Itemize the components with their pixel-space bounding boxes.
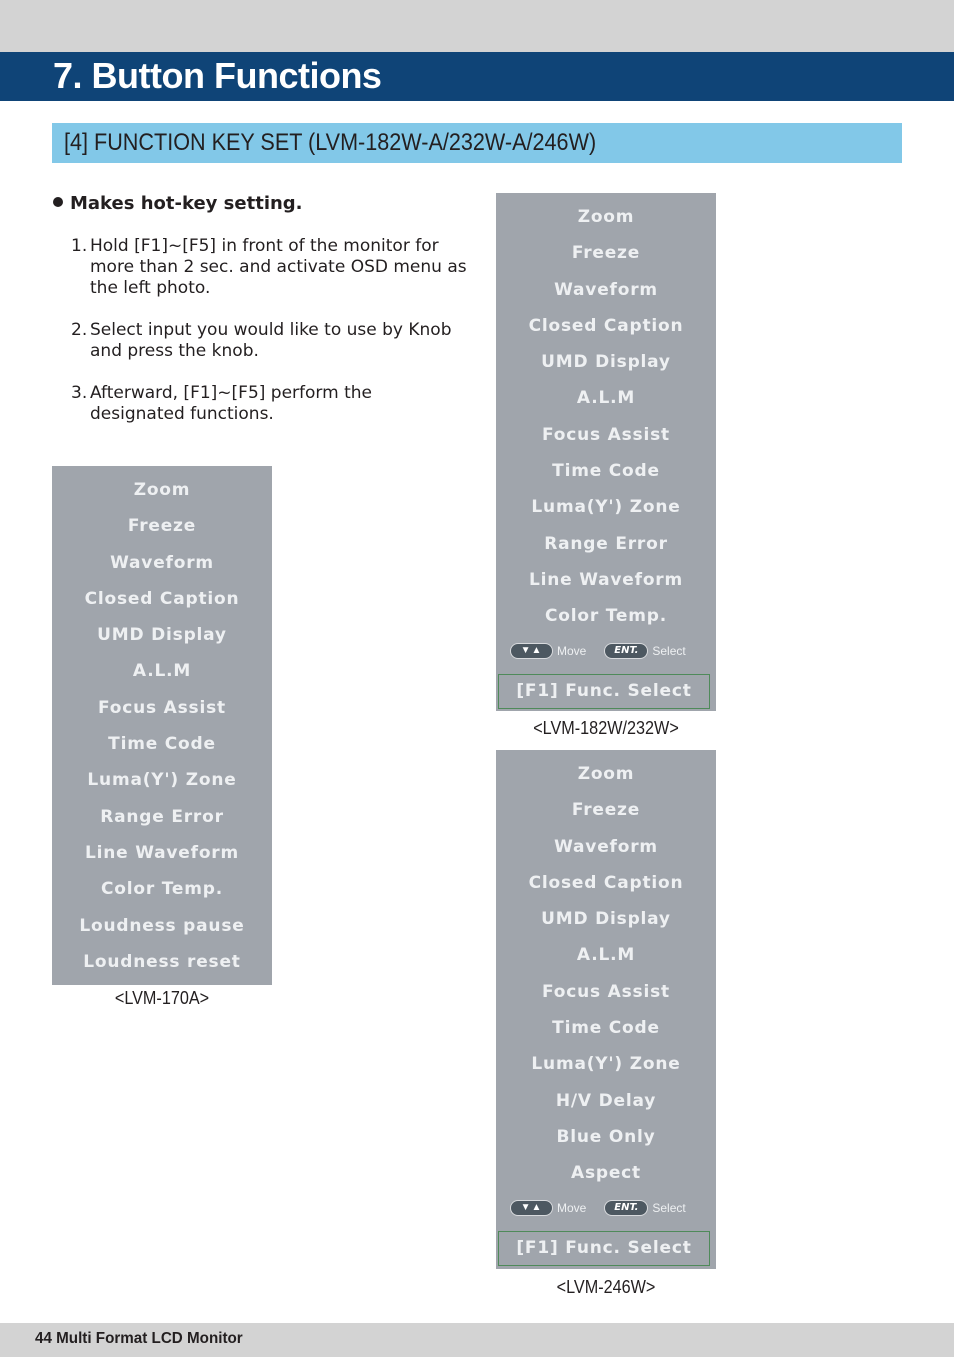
- intro-bullet: Makes hot-key setting.: [53, 193, 303, 215]
- osd-menu-lvm-182w-232w: Zoom Freeze Waveform Closed Caption UMD …: [496, 193, 716, 711]
- osd-menu-item[interactable]: Range Error: [52, 799, 272, 835]
- osd-menu-item[interactable]: Zoom: [496, 756, 716, 792]
- step-item: 3. Afterward, [F1]~[F5] perform the desi…: [71, 383, 471, 425]
- osd-menu-item[interactable]: Line Waveform: [52, 835, 272, 871]
- chapter-title: 7. Button Functions: [53, 55, 382, 96]
- osd-menu-item[interactable]: Focus Assist: [496, 974, 716, 1010]
- enter-key-icon: ENT.: [604, 1200, 649, 1216]
- osd-menu-item[interactable]: Freeze: [496, 792, 716, 828]
- osd-menu-item[interactable]: Luma(Y') Zone: [52, 762, 272, 798]
- osd-menu-item[interactable]: Range Error: [496, 526, 716, 562]
- step-number: 2.: [71, 320, 88, 340]
- osd-menu-item[interactable]: Time Code: [52, 726, 272, 762]
- select-hint-label: Select: [652, 1201, 686, 1215]
- osd-menu-item[interactable]: Loudness pause: [52, 908, 272, 944]
- top-margin-band: [0, 0, 954, 52]
- intro-bullet-text: Makes hot-key setting.: [70, 193, 303, 214]
- osd-menu-item[interactable]: Color Temp.: [52, 871, 272, 907]
- bullet-icon: [53, 197, 63, 207]
- step-text: Hold [F1]~[F5] in front of the monitor f…: [90, 236, 467, 298]
- osd-menu-item[interactable]: UMD Display: [496, 901, 716, 937]
- osd-menu-lvm-170a: Zoom Freeze Waveform Closed Caption UMD …: [52, 466, 272, 985]
- step-number: 3.: [71, 383, 88, 403]
- func-select-title: [F1] Func. Select: [498, 1231, 710, 1266]
- osd-menu-item[interactable]: UMD Display: [52, 617, 272, 653]
- osd-menu-item[interactable]: Waveform: [496, 829, 716, 865]
- step-item: 1. Hold [F1]~[F5] in front of the monito…: [71, 236, 471, 299]
- osd-menu-item[interactable]: Closed Caption: [496, 865, 716, 901]
- select-hint-label: Select: [652, 644, 686, 658]
- osd-menu-item[interactable]: A.L.M: [496, 937, 716, 973]
- osd-hint-row: ▼▲ Move ENT. Select: [510, 643, 706, 661]
- osd-menu-item[interactable]: Zoom: [496, 199, 716, 235]
- footer-text: 44 Multi Format LCD Monitor: [35, 1330, 243, 1347]
- page-footer: 44 Multi Format LCD Monitor: [0, 1323, 954, 1357]
- osd-menu-item[interactable]: Closed Caption: [52, 581, 272, 617]
- osd-menu-lvm-246w: Zoom Freeze Waveform Closed Caption UMD …: [496, 750, 716, 1269]
- osd-menu-item[interactable]: Color Temp.: [496, 598, 716, 634]
- osd-menu-item[interactable]: Focus Assist: [496, 417, 716, 453]
- up-down-arrows-icon: ▼▲: [510, 643, 553, 659]
- osd-hint-row: ▼▲ Move ENT. Select: [510, 1200, 706, 1218]
- enter-key-icon: ENT.: [604, 643, 649, 659]
- osd-menu-item[interactable]: Closed Caption: [496, 308, 716, 344]
- osd-menu-item[interactable]: Waveform: [52, 545, 272, 581]
- func-select-title: [F1] Func. Select: [498, 674, 710, 709]
- osd-menu-item[interactable]: Luma(Y') Zone: [496, 1046, 716, 1082]
- osd-menu-item[interactable]: Freeze: [496, 235, 716, 271]
- osd-menu-item[interactable]: Focus Assist: [52, 690, 272, 726]
- osd-menu-item[interactable]: Zoom: [52, 472, 272, 508]
- osd-menu-item[interactable]: Blue Only: [496, 1119, 716, 1155]
- move-hint-label: Move: [557, 1201, 587, 1215]
- osd-menu-item[interactable]: A.L.M: [52, 653, 272, 689]
- section-heading: [4] FUNCTION KEY SET (LVM-182W-A/232W-A/…: [64, 129, 597, 156]
- osd-menu-item[interactable]: Waveform: [496, 272, 716, 308]
- osd-menu-item[interactable]: Line Waveform: [496, 562, 716, 598]
- osd-menu-item[interactable]: UMD Display: [496, 344, 716, 380]
- chapter-title-bar: 7. Button Functions: [0, 52, 954, 101]
- step-item: 2. Select input you would like to use by…: [71, 320, 471, 362]
- osd-menu-item[interactable]: A.L.M: [496, 380, 716, 416]
- section-heading-bar: [4] FUNCTION KEY SET (LVM-182W-A/232W-A/…: [52, 123, 902, 163]
- figure-caption-lvm-246w: <LVM-246W>: [556, 1277, 656, 1297]
- osd-menu-item[interactable]: Freeze: [52, 508, 272, 544]
- figure-caption-lvm-170a: <LVM-170A>: [114, 988, 210, 1008]
- osd-menu-item[interactable]: Time Code: [496, 1010, 716, 1046]
- osd-menu-item[interactable]: Time Code: [496, 453, 716, 489]
- figure-caption-lvm-182w-232w: <LVM-182W/232W>: [533, 718, 679, 738]
- up-down-arrows-icon: ▼▲: [510, 1200, 553, 1216]
- steps-list: 1. Hold [F1]~[F5] in front of the monito…: [71, 236, 471, 446]
- step-text: Select input you would like to use by Kn…: [90, 320, 452, 361]
- osd-menu-item[interactable]: H/V Delay: [496, 1083, 716, 1119]
- step-number: 1.: [71, 236, 88, 256]
- move-hint-label: Move: [557, 644, 587, 658]
- osd-menu-item[interactable]: Loudness reset: [52, 944, 272, 980]
- osd-menu-item[interactable]: Luma(Y') Zone: [496, 489, 716, 525]
- osd-menu-item[interactable]: Aspect: [496, 1155, 716, 1191]
- step-text: Afterward, [F1]~[F5] perform the designa…: [90, 383, 372, 424]
